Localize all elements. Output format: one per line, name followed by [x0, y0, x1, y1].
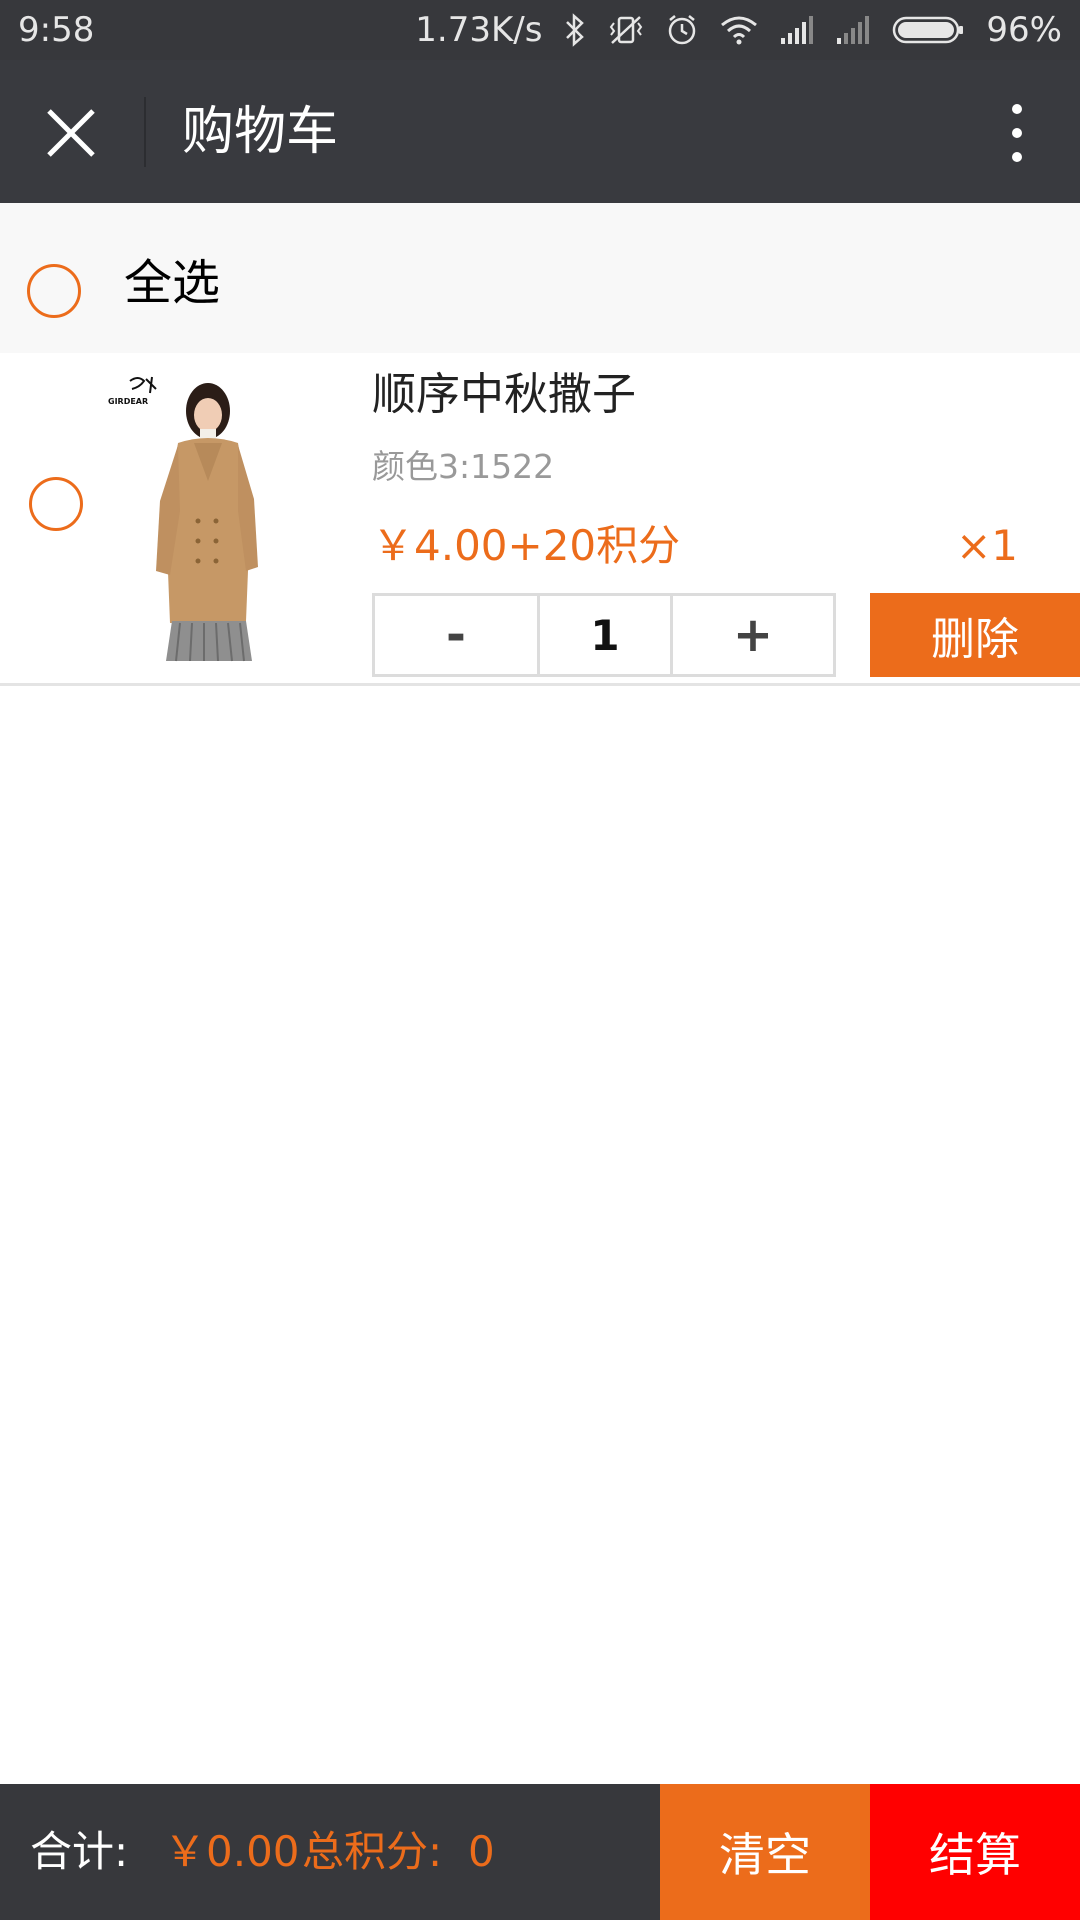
decrease-button[interactable]: -	[375, 596, 540, 674]
clear-button[interactable]: 清空	[660, 1784, 870, 1920]
points-label: 总积分:	[302, 1827, 443, 1876]
status-icons: 1.73K/s 96%	[415, 10, 1062, 50]
close-icon	[47, 109, 95, 157]
signal-weak-icon	[836, 16, 870, 44]
alarm-icon	[666, 13, 698, 47]
page-title: 购物车	[182, 102, 339, 162]
quantity-value[interactable]: 1	[540, 596, 673, 674]
product-image[interactable]: GIRDEAR	[100, 371, 300, 671]
more-vertical-icon	[1012, 104, 1022, 162]
product-multiplier: ×1	[956, 521, 1018, 570]
network-speed: 1.73K/s	[415, 10, 543, 50]
checkout-button[interactable]: 结算	[870, 1784, 1080, 1920]
total-label: 合计:	[30, 1827, 129, 1876]
cart-item: GIRDEAR 顺序中秋撒子 颜色3:1522 ￥4.00+20积分 ×1 - …	[0, 353, 1080, 686]
battery-icon	[892, 15, 964, 45]
total-price: ￥0.00	[164, 1827, 300, 1876]
brand-logo-text: GIRDEAR	[108, 397, 148, 406]
more-button[interactable]	[982, 90, 1052, 176]
select-all-row: 全选	[0, 203, 1080, 353]
status-time: 9:58	[18, 10, 95, 50]
wifi-icon	[720, 15, 758, 45]
select-all-label: 全选	[124, 255, 221, 311]
delete-button[interactable]: 删除	[870, 593, 1080, 677]
title-divider	[144, 97, 146, 167]
quantity-stepper: - 1 +	[372, 593, 836, 677]
item-checkbox[interactable]	[29, 477, 83, 531]
product-spec: 颜色3:1522	[372, 447, 555, 486]
select-all-checkbox[interactable]	[27, 264, 81, 318]
signal-icon	[780, 16, 814, 44]
vibrate-icon	[608, 13, 644, 47]
points-value: 0	[468, 1827, 495, 1876]
status-bar: 9:58 1.73K/s 96%	[0, 0, 1080, 60]
product-name[interactable]: 顺序中秋撒子	[372, 367, 636, 423]
battery-percent: 96%	[986, 10, 1062, 50]
bluetooth-icon	[564, 13, 586, 47]
bottom-bar: 合计: ￥0.00 总积分: 0 清空 结算	[0, 1784, 1080, 1920]
increase-button[interactable]: +	[673, 596, 833, 674]
product-price: ￥4.00+20积分	[372, 521, 681, 570]
title-bar: 购物车	[0, 60, 1080, 203]
close-button[interactable]	[28, 90, 114, 176]
